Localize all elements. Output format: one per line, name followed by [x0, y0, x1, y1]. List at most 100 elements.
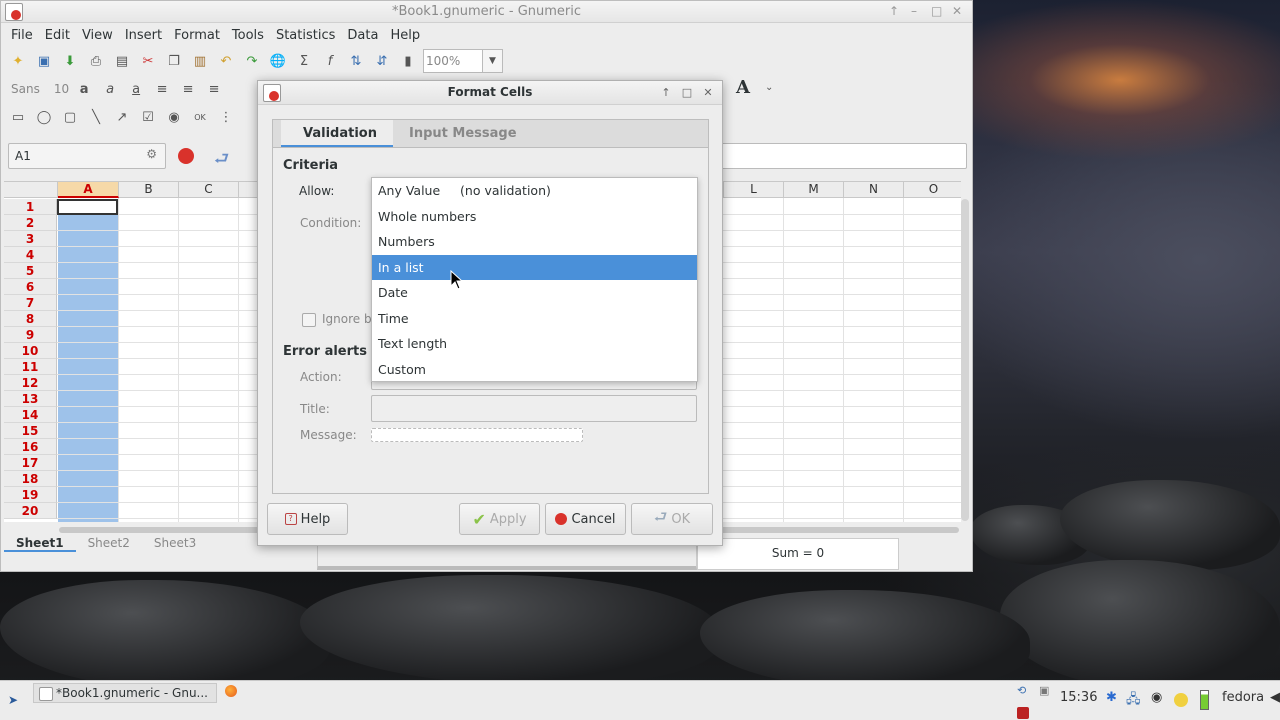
row-header[interactable]: 10: [4, 343, 57, 359]
row-header[interactable]: 14: [4, 407, 57, 423]
row-header[interactable]: 5: [4, 263, 57, 279]
power-icon[interactable]: ◉: [1151, 690, 1162, 705]
rectangle-icon[interactable]: ▭: [7, 106, 29, 128]
tray-alert-icon[interactable]: [1017, 707, 1029, 719]
allow-option-time[interactable]: Time: [372, 306, 697, 332]
row-header[interactable]: 2: [4, 215, 57, 231]
battery-icon[interactable]: [1200, 690, 1209, 710]
align-right-icon[interactable]: ≡: [203, 78, 225, 100]
start-menu-icon[interactable]: ➤: [8, 693, 18, 707]
line-icon[interactable]: ╲: [85, 106, 107, 128]
apply-button[interactable]: ✔ Apply: [459, 503, 540, 535]
cancel-entry-icon[interactable]: [178, 148, 194, 164]
accept-entry-icon[interactable]: ⮐: [214, 146, 229, 175]
volume-icon[interactable]: ◀: [1270, 690, 1280, 705]
column-header-a[interactable]: A: [58, 182, 119, 198]
menu-data[interactable]: Data: [341, 28, 384, 43]
row-header[interactable]: 3: [4, 231, 57, 247]
menu-tools[interactable]: Tools: [226, 28, 270, 43]
button-widget-icon[interactable]: OK: [189, 106, 211, 128]
dialog-titlebar[interactable]: Format Cells ↑ □ ✕: [258, 81, 722, 105]
name-box[interactable]: A1 ⚙: [8, 143, 166, 169]
hyperlink-icon[interactable]: 🌐: [267, 50, 289, 72]
sum-icon[interactable]: Σ: [293, 50, 315, 72]
row-header[interactable]: 1: [4, 199, 57, 215]
zoom-input[interactable]: [424, 50, 482, 72]
scrollbar-widget-icon[interactable]: ⋮: [215, 106, 237, 128]
vertical-scrollbar[interactable]: [961, 199, 969, 521]
menu-help[interactable]: Help: [384, 28, 426, 43]
chart-icon[interactable]: ▮: [397, 50, 419, 72]
allow-option-date[interactable]: Date: [372, 280, 697, 306]
column-header-m[interactable]: M: [784, 182, 844, 198]
zoom-combo[interactable]: ▼: [423, 49, 503, 73]
username[interactable]: fedora: [1222, 690, 1264, 705]
allow-option-whole-numbers[interactable]: Whole numbers: [372, 204, 697, 230]
ignore-blank-checkbox[interactable]: [302, 313, 316, 327]
align-center-icon[interactable]: ≡: [177, 78, 199, 100]
tray-update-icon[interactable]: ⟲: [1017, 684, 1026, 697]
notification-icon[interactable]: [1174, 693, 1188, 707]
sheet-tab-2[interactable]: Sheet2: [76, 536, 142, 552]
sort-descending-icon[interactable]: ⇵: [371, 50, 393, 72]
ok-button[interactable]: ⮐ OK: [631, 503, 713, 535]
maximize-icon[interactable]: □: [679, 85, 695, 101]
copy-icon[interactable]: ❐: [163, 50, 185, 72]
paste-icon[interactable]: ▥: [189, 50, 211, 72]
column-header-n[interactable]: N: [844, 182, 904, 198]
minimize-icon[interactable]: –: [911, 4, 917, 18]
cancel-button[interactable]: Cancel: [545, 503, 626, 535]
print-icon[interactable]: ⎙: [85, 50, 107, 72]
column-header-o[interactable]: O: [904, 182, 961, 198]
row-header[interactable]: 11: [4, 359, 57, 375]
row-header[interactable]: 18: [4, 471, 57, 487]
keep-above-icon[interactable]: ↑: [889, 4, 899, 18]
allow-option-numbers[interactable]: Numbers: [372, 229, 697, 255]
window-titlebar[interactable]: *Book1.gnumeric - Gnumeric ↑ – □ ✕: [1, 1, 972, 23]
font-name[interactable]: Sans: [11, 82, 40, 96]
menu-statistics[interactable]: Statistics: [270, 28, 341, 43]
menu-insert[interactable]: Insert: [119, 28, 168, 43]
allow-option-in-a-list[interactable]: In a list: [372, 254, 697, 280]
frame-icon[interactable]: ▢: [59, 106, 81, 128]
clock[interactable]: 15:36: [1060, 690, 1097, 705]
corner-cell[interactable]: [4, 182, 58, 198]
name-box-icon[interactable]: ⚙: [146, 147, 157, 161]
help-button[interactable]: ? Help: [267, 503, 348, 535]
row-header[interactable]: 17: [4, 455, 57, 471]
bluetooth-icon[interactable]: ✱: [1106, 690, 1117, 705]
menu-file[interactable]: File: [5, 28, 39, 43]
tray-monitor-icon[interactable]: ▣: [1039, 684, 1049, 697]
message-field[interactable]: [371, 428, 583, 442]
open-file-icon[interactable]: ▣: [33, 50, 55, 72]
sort-ascending-icon[interactable]: ⇅: [345, 50, 367, 72]
row-header[interactable]: 7: [4, 295, 57, 311]
close-icon[interactable]: ✕: [700, 85, 716, 101]
row-header[interactable]: 16: [4, 439, 57, 455]
italic-icon[interactable]: a: [99, 78, 121, 100]
taskbar-gnumeric-item[interactable]: *Book1.gnumeric - Gnu...: [33, 683, 217, 703]
save-icon[interactable]: ⬇: [59, 50, 81, 72]
row-header[interactable]: 6: [4, 279, 57, 295]
function-icon[interactable]: f: [319, 50, 341, 72]
close-icon[interactable]: ✕: [952, 4, 962, 18]
print-preview-icon[interactable]: ▤: [111, 50, 133, 72]
underline-icon[interactable]: a: [125, 78, 147, 100]
menu-view[interactable]: View: [76, 28, 119, 43]
font-size[interactable]: 10: [54, 82, 69, 96]
tab-validation[interactable]: Validation: [281, 120, 393, 147]
row-header[interactable]: 9: [4, 327, 57, 343]
undo-icon[interactable]: ↶: [215, 50, 237, 72]
keep-above-icon[interactable]: ↑: [658, 85, 674, 101]
sheet-tab-1[interactable]: Sheet1: [4, 536, 76, 552]
firefox-icon[interactable]: [225, 685, 237, 697]
bold-icon[interactable]: a: [73, 78, 95, 100]
cut-icon[interactable]: ✂: [137, 50, 159, 72]
chevron-down-icon[interactable]: ⌄: [765, 82, 773, 93]
menu-edit[interactable]: Edit: [39, 28, 76, 43]
menu-format[interactable]: Format: [168, 28, 226, 43]
ellipse-icon[interactable]: ◯: [33, 106, 55, 128]
column-header-b[interactable]: B: [119, 182, 179, 198]
chevron-down-icon[interactable]: ▼: [482, 50, 502, 72]
font-color-icon[interactable]: A: [736, 77, 750, 98]
